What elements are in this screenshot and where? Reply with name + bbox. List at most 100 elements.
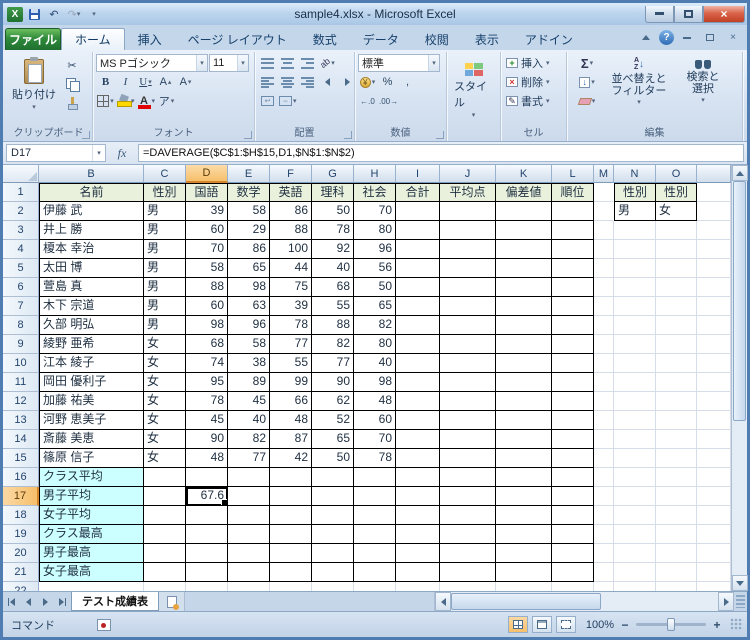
cell-M5[interactable]: [594, 259, 614, 278]
tab-page-layout[interactable]: ページ レイアウト: [175, 28, 300, 50]
cell-K1[interactable]: 偏差値: [496, 183, 552, 202]
cell-N14[interactable]: [614, 430, 656, 449]
cell-F15[interactable]: 42: [270, 449, 312, 468]
zoom-slider-thumb[interactable]: [667, 618, 675, 631]
cell-M20[interactable]: [594, 544, 614, 563]
currency-format-button[interactable]: ¥ ▾: [358, 73, 377, 91]
cell-D4[interactable]: 70: [186, 240, 228, 259]
workbook-minimize-button[interactable]: [677, 30, 697, 46]
cell-M13[interactable]: [594, 411, 614, 430]
cell-F14[interactable]: 87: [270, 430, 312, 449]
cell-L17[interactable]: [552, 487, 594, 506]
cell-M10[interactable]: [594, 354, 614, 373]
cell-E11[interactable]: 89: [228, 373, 270, 392]
row-header-22[interactable]: 22: [3, 582, 39, 591]
col-header-D[interactable]: D: [186, 165, 228, 183]
tab-addins[interactable]: アドイン: [512, 28, 586, 50]
cell-H21[interactable]: [354, 563, 396, 582]
view-page-layout-button[interactable]: [532, 616, 552, 633]
cell-F22[interactable]: [270, 582, 312, 591]
cell-C13[interactable]: 女: [144, 411, 186, 430]
cell-G20[interactable]: [312, 544, 354, 563]
cell-J14[interactable]: [440, 430, 496, 449]
cell-D11[interactable]: 95: [186, 373, 228, 392]
cell-blank-9[interactable]: [697, 335, 731, 354]
scroll-left-button[interactable]: [435, 592, 451, 611]
cell-L12[interactable]: [552, 392, 594, 411]
row-header-19[interactable]: 19: [3, 525, 39, 544]
align-middle-button[interactable]: [278, 54, 297, 72]
copy-button[interactable]: [60, 75, 84, 93]
format-cells-button[interactable]: ✎ 書式 ▾: [504, 92, 563, 110]
row-header-2[interactable]: 2: [3, 202, 39, 221]
cell-N2[interactable]: 男: [614, 202, 656, 221]
last-sheet-button[interactable]: [54, 592, 71, 611]
cell-D6[interactable]: 88: [186, 278, 228, 297]
macro-record-button[interactable]: [97, 618, 111, 631]
align-center-button[interactable]: [278, 73, 297, 91]
row-header-16[interactable]: 16: [3, 468, 39, 487]
cell-H11[interactable]: 98: [354, 373, 396, 392]
alignment-dialog-launcher[interactable]: [344, 131, 352, 139]
cell-K6[interactable]: [496, 278, 552, 297]
cell-C8[interactable]: 男: [144, 316, 186, 335]
number-dialog-launcher[interactable]: [436, 131, 444, 139]
cell-C22[interactable]: [144, 582, 186, 591]
cell-H10[interactable]: 40: [354, 354, 396, 373]
cell-G3[interactable]: 78: [312, 221, 354, 240]
cell-G19[interactable]: [312, 525, 354, 544]
cell-blank-13[interactable]: [697, 411, 731, 430]
vertical-scroll-track[interactable]: [732, 181, 747, 575]
cell-N17[interactable]: [614, 487, 656, 506]
cell-I5[interactable]: [396, 259, 440, 278]
cell-E7[interactable]: 63: [228, 297, 270, 316]
cell-blank-14[interactable]: [697, 430, 731, 449]
align-right-button[interactable]: [298, 73, 317, 91]
cell-B13[interactable]: 河野 恵美子: [39, 411, 144, 430]
number-format-combo[interactable]: 標準 ▾: [358, 54, 440, 72]
borders-button[interactable]: ▾: [96, 92, 115, 110]
cell-J6[interactable]: [440, 278, 496, 297]
view-page-break-button[interactable]: [556, 616, 576, 633]
cell-J12[interactable]: [440, 392, 496, 411]
cell-H7[interactable]: 65: [354, 297, 396, 316]
cell-M7[interactable]: [594, 297, 614, 316]
cell-H19[interactable]: [354, 525, 396, 544]
cell-L18[interactable]: [552, 506, 594, 525]
cell-F8[interactable]: 78: [270, 316, 312, 335]
cell-F4[interactable]: 100: [270, 240, 312, 259]
cell-C20[interactable]: [144, 544, 186, 563]
cell-F10[interactable]: 55: [270, 354, 312, 373]
cell-E19[interactable]: [228, 525, 270, 544]
cell-J21[interactable]: [440, 563, 496, 582]
cell-J22[interactable]: [440, 582, 496, 591]
insert-worksheet-tab[interactable]: [159, 592, 185, 611]
scroll-up-button[interactable]: [732, 165, 748, 181]
cell-E4[interactable]: 86: [228, 240, 270, 259]
cell-D8[interactable]: 98: [186, 316, 228, 335]
cell-D17[interactable]: 67.6: [186, 487, 228, 506]
font-size-combo[interactable]: 11 ▾: [209, 54, 249, 72]
increase-font-button[interactable]: A ▴: [156, 73, 175, 91]
cell-E5[interactable]: 65: [228, 259, 270, 278]
cell-M11[interactable]: [594, 373, 614, 392]
paste-button[interactable]: 貼り付け ▾: [8, 54, 60, 126]
cell-B10[interactable]: 江本 綾子: [39, 354, 144, 373]
cell-I1[interactable]: 合計: [396, 183, 440, 202]
col-header-C[interactable]: C: [144, 165, 186, 183]
cell-K12[interactable]: [496, 392, 552, 411]
col-header-B[interactable]: B: [39, 165, 144, 183]
cell-H14[interactable]: 70: [354, 430, 396, 449]
cell-blank-18[interactable]: [697, 506, 731, 525]
cell-F13[interactable]: 48: [270, 411, 312, 430]
cell-O13[interactable]: [656, 411, 697, 430]
cell-N18[interactable]: [614, 506, 656, 525]
cell-F17[interactable]: [270, 487, 312, 506]
cell-G22[interactable]: [312, 582, 354, 591]
font-name-combo[interactable]: MS Pゴシック ▾: [96, 54, 208, 72]
cell-I15[interactable]: [396, 449, 440, 468]
cell-O2[interactable]: 女: [656, 202, 697, 221]
cell-O17[interactable]: [656, 487, 697, 506]
row-header-15[interactable]: 15: [3, 449, 39, 468]
cell-O8[interactable]: [656, 316, 697, 335]
